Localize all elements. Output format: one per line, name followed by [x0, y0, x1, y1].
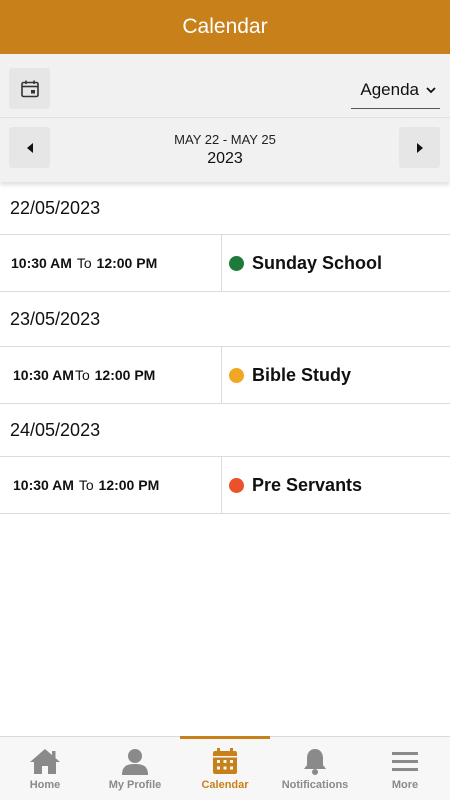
- bell-icon: [304, 749, 326, 775]
- event-time-separator: To: [78, 477, 94, 493]
- calendar-icon: [213, 748, 237, 774]
- event-time-separator: To: [76, 255, 92, 271]
- event-title: Sunday School: [252, 252, 383, 273]
- event-start-time: 10:30 AM: [13, 367, 74, 383]
- event-color-dot: [229, 255, 244, 271]
- event-title: Bible Study: [252, 364, 352, 385]
- tab-label: My Profile: [108, 779, 162, 791]
- view-mode-select[interactable]: Agenda: [351, 72, 440, 109]
- tab-calendar[interactable]: Calendar: [180, 736, 270, 800]
- event-time: 10:30 AM To 12:00 PM: [0, 457, 222, 513]
- calendar-picker-icon: [20, 80, 39, 97]
- event-time: 10:30 AM To 12:00 PM: [0, 347, 222, 403]
- tab-label: Home: [29, 779, 61, 791]
- tab-label: Notifications: [281, 779, 349, 791]
- event-color-dot: [229, 477, 244, 493]
- event-color-dot: [229, 367, 244, 383]
- bottom-tab-bar: Home My Profile Calendar Notifications M…: [0, 736, 450, 800]
- event-info: Sunday School: [222, 235, 450, 291]
- event-end-time: 12:00 PM: [94, 367, 156, 383]
- page-title: Calendar: [182, 15, 268, 38]
- chevron-down-icon: [426, 87, 436, 94]
- agenda-date-header: 23/05/2023: [0, 292, 450, 347]
- home-icon: [30, 749, 60, 774]
- event-end-time: 12:00 PM: [96, 255, 158, 271]
- date-range-label: MAY 22 - MAY 25: [174, 132, 276, 147]
- agenda-event-row[interactable]: 10:30 AM To 12:00 PM Pre Servants: [0, 457, 450, 514]
- event-end-time: 12:00 PM: [98, 477, 160, 493]
- event-time: 10:30 AM To 12:00 PM: [0, 235, 222, 291]
- year-label: 2023: [207, 150, 243, 167]
- tab-label: More: [391, 779, 419, 791]
- calendar-picker-button[interactable]: [9, 68, 50, 109]
- calendar-toolbar: Agenda: [0, 54, 450, 118]
- agenda-date-header: 24/05/2023: [0, 404, 450, 457]
- event-start-time: 10:30 AM: [13, 477, 74, 493]
- view-mode-value: Agenda: [360, 80, 419, 99]
- event-time-separator: To: [74, 367, 90, 383]
- tab-label: Calendar: [201, 779, 249, 791]
- menu-icon: [392, 752, 418, 771]
- event-info: Pre Servants: [222, 457, 450, 513]
- agenda-date-header: 22/05/2023: [0, 182, 450, 235]
- tab-notifications[interactable]: Notifications: [270, 737, 360, 800]
- event-title: Pre Servants: [252, 474, 363, 495]
- agenda-event-row[interactable]: 10:30 AM To 12:00 PM Bible Study: [0, 347, 450, 404]
- caret-right-icon: [416, 142, 423, 153]
- event-info: Bible Study: [222, 347, 450, 403]
- agenda-event-row[interactable]: 10:30 AM To 12:00 PM Sunday School: [0, 235, 450, 292]
- tab-more[interactable]: More: [360, 737, 450, 800]
- tab-home[interactable]: Home: [0, 737, 90, 800]
- date-navigation: MAY 22 - MAY 25 2023: [0, 118, 450, 182]
- app-header: Calendar: [0, 0, 450, 54]
- tab-my-profile[interactable]: My Profile: [90, 737, 180, 800]
- agenda-list: 22/05/2023 10:30 AM To 12:00 PM Sunday S…: [0, 182, 450, 514]
- profile-icon: [122, 749, 148, 775]
- event-start-time: 10:30 AM: [11, 255, 72, 271]
- next-range-button[interactable]: [399, 127, 440, 168]
